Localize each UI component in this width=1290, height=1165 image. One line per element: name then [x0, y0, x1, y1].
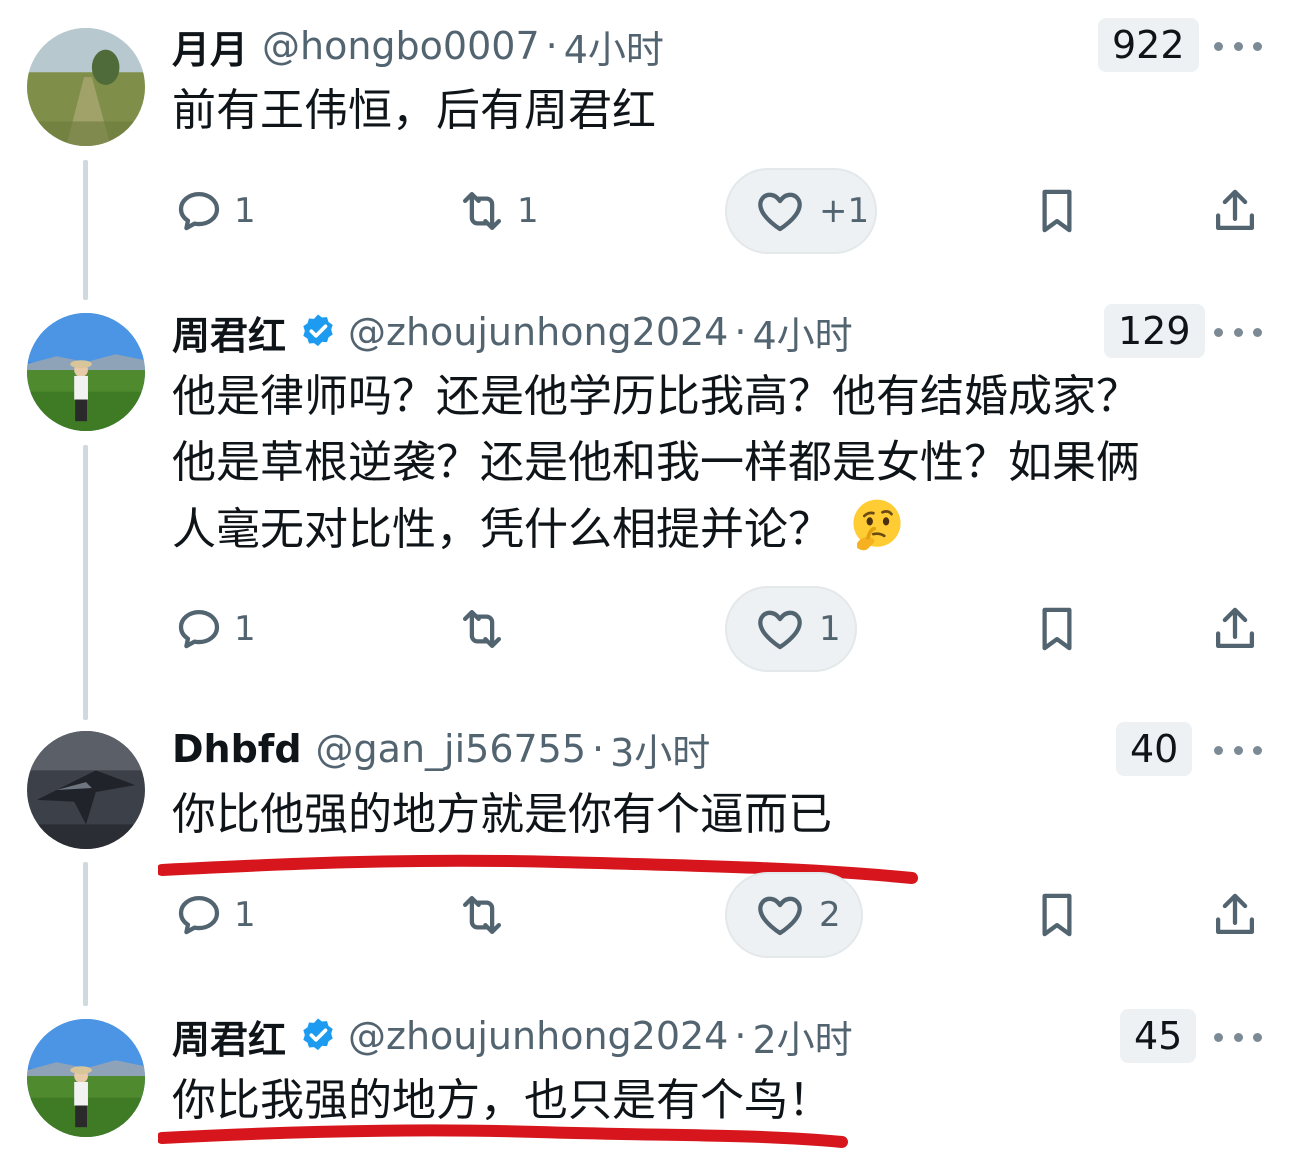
view-count-badge: 922: [1098, 18, 1199, 72]
bookmark-button[interactable]: [1030, 184, 1084, 238]
thread-line: [83, 862, 88, 1006]
more-options-icon[interactable]: [1214, 317, 1262, 347]
like-count: 2: [819, 895, 841, 935]
retweet-icon: [462, 895, 502, 935]
avatar-image-tea-field: [27, 313, 145, 431]
reply-button[interactable]: 1: [172, 888, 256, 942]
like-count: 1: [819, 609, 841, 649]
share-button[interactable]: [1208, 602, 1262, 656]
bookmark-icon: [1042, 893, 1072, 937]
share-button[interactable]: [1208, 888, 1262, 942]
avatar[interactable]: [27, 731, 145, 849]
avatar[interactable]: [27, 313, 145, 431]
display-name[interactable]: Dhbfd: [172, 727, 302, 771]
display-name[interactable]: 周君红: [172, 305, 286, 360]
reply-count: 1: [234, 609, 256, 649]
user-handle[interactable]: @gan_ji56755: [316, 727, 587, 771]
reply-icon: [178, 609, 220, 649]
user-handle[interactable]: @zhoujunhong2024: [348, 1014, 728, 1058]
view-count-badge: 45: [1120, 1009, 1197, 1063]
retweet-button[interactable]: 1: [455, 184, 539, 238]
reply-count: 1: [234, 191, 256, 231]
like-button[interactable]: 2: [725, 872, 863, 958]
share-icon: [1215, 607, 1255, 649]
more-options-icon[interactable]: [1214, 31, 1262, 61]
avatar[interactable]: [27, 1019, 145, 1137]
thinking-face-emoji-icon: [853, 499, 901, 551]
avatar[interactable]: [27, 28, 145, 146]
tweet-text: 你比我强的地方，也只是有个鸟！: [172, 1068, 832, 1134]
separator-dot: ·: [592, 727, 605, 771]
tweet-text-line: 人毫无对比性，凭什么相提并论？: [172, 496, 1140, 563]
tweet-text: 你比他强的地方就是你有个逼而已: [172, 782, 832, 848]
tweet-header: 周君红 @zhoujunhong2024 · 4小时: [172, 302, 853, 362]
retweet-button[interactable]: [455, 888, 509, 942]
separator-dot: ·: [545, 24, 558, 68]
retweet-button[interactable]: [455, 602, 509, 656]
avatar-image-tea-field: [27, 1019, 145, 1137]
reply-icon: [178, 191, 220, 231]
bookmark-button[interactable]: [1030, 888, 1084, 942]
tweet-text-line: 他是草根逆袭？还是他和我一样都是女性？如果俩: [172, 437, 1140, 488]
user-handle[interactable]: @zhoujunhong2024: [348, 310, 728, 354]
avatar-image-fighter-jet: [27, 731, 145, 849]
reply-button[interactable]: 1: [172, 602, 256, 656]
tweet-text-line: 他是律师吗？还是他学历比我高？他有结婚成家？: [172, 371, 1140, 422]
bookmark-button[interactable]: [1030, 602, 1084, 656]
bookmark-icon: [1042, 189, 1072, 233]
thread-line: [83, 160, 88, 300]
verified-badge-icon: [303, 1018, 333, 1051]
tweet-header: Dhbfd @gan_ji56755 · 3小时: [172, 719, 710, 779]
retweet-icon: [462, 191, 502, 231]
tweet-text-line: 你比我强的地方，也只是有个鸟！: [172, 1075, 832, 1126]
reply-icon: [178, 895, 220, 935]
timestamp[interactable]: 3小时: [610, 722, 710, 777]
timestamp[interactable]: 4小时: [564, 19, 664, 74]
like-button[interactable]: 1: [725, 586, 857, 672]
separator-dot: ·: [734, 1014, 747, 1058]
view-count-badge: 129: [1104, 304, 1205, 358]
timestamp[interactable]: 2小时: [752, 1009, 852, 1064]
tweet-header: 月月 @hongbo0007 · 4小时: [172, 16, 664, 76]
tweet-text-line: 前有王伟恒，后有周君红: [172, 85, 656, 136]
tweet-header: 周君红 @zhoujunhong2024 · 2小时: [172, 1006, 853, 1066]
heart-icon: [758, 192, 802, 232]
share-icon: [1215, 893, 1255, 935]
heart-icon: [758, 610, 802, 650]
more-options-icon[interactable]: [1214, 1022, 1262, 1052]
like-count: +1: [819, 191, 870, 231]
thread-line: [83, 445, 88, 720]
display-name[interactable]: 月月: [172, 19, 248, 74]
tweet-text: 前有王伟恒，后有周君红: [172, 78, 656, 144]
retweet-count: 1: [517, 191, 539, 231]
like-button[interactable]: +1: [725, 168, 877, 254]
tweet-text-line: 你比他强的地方就是你有个逼而已: [172, 789, 832, 840]
separator-dot: ·: [734, 310, 747, 354]
retweet-icon: [462, 609, 502, 649]
user-handle[interactable]: @hongbo0007: [262, 24, 540, 68]
share-button[interactable]: [1208, 184, 1262, 238]
reply-count: 1: [234, 895, 256, 935]
tweet-text: 他是律师吗？还是他学历比我高？他有结婚成家？ 他是草根逆袭？还是他和我一样都是女…: [172, 364, 1140, 563]
more-options-icon[interactable]: [1214, 735, 1262, 765]
display-name[interactable]: 周君红: [172, 1009, 286, 1064]
heart-icon: [758, 896, 802, 936]
view-count-badge: 40: [1116, 722, 1193, 776]
reply-button[interactable]: 1: [172, 184, 256, 238]
avatar-image-field-path: [27, 28, 145, 146]
verified-badge-icon: [303, 314, 333, 347]
bookmark-icon: [1042, 607, 1072, 651]
share-icon: [1215, 189, 1255, 231]
timestamp[interactable]: 4小时: [752, 305, 852, 360]
